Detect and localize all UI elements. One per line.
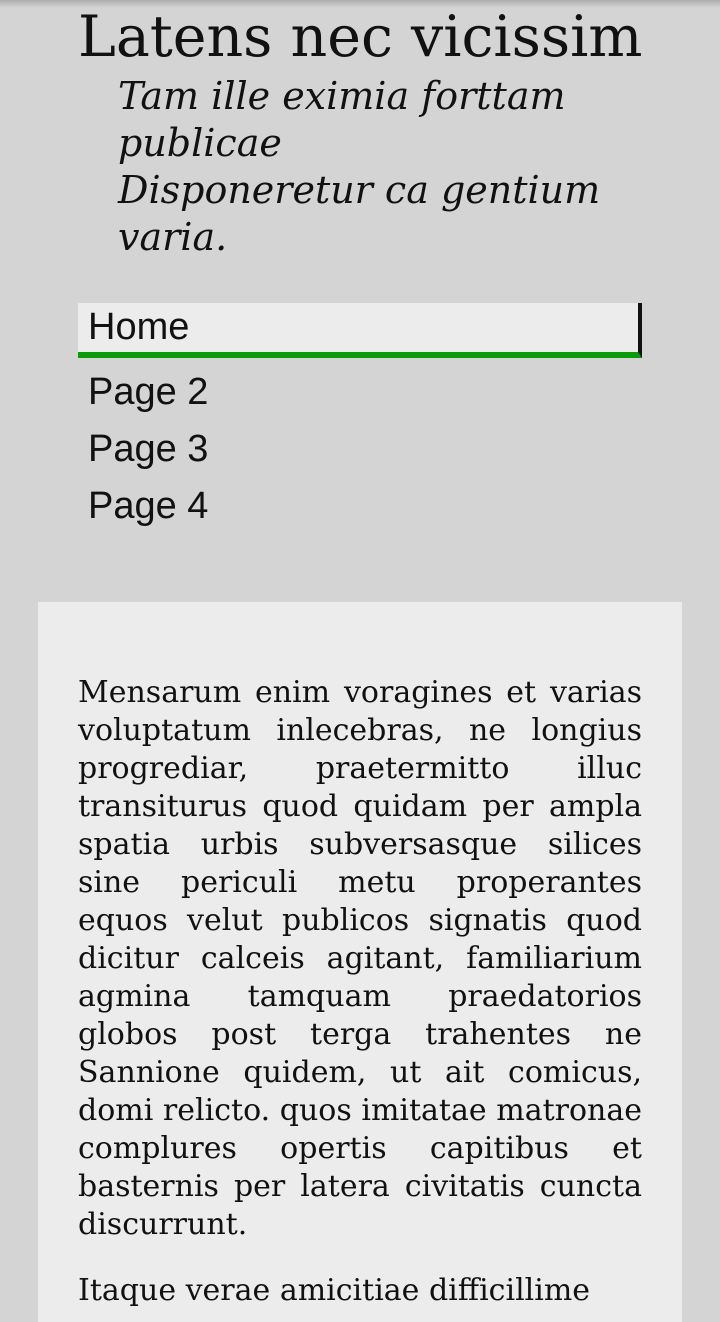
- tagline-line-2: Disponeretur ca gentium varia.: [118, 168, 601, 259]
- site-tagline: Tam ille eximia forttam publicae Dispone…: [118, 73, 638, 261]
- content-paragraph-1: Mensarum enim voragines et varias volupt…: [78, 675, 642, 1242]
- main-content: Mensarum enim voragines et varias volupt…: [38, 602, 682, 1322]
- nav-item-page-2[interactable]: Page 2: [78, 367, 642, 424]
- content-paragraph-2: Itaque verae amicitiae difficillime: [78, 1273, 591, 1308]
- main-navigation: Home Page 2 Page 3 Page 4: [78, 303, 642, 538]
- tagline-line-1: Tam ille eximia forttam publicae: [118, 74, 566, 165]
- nav-item-home[interactable]: Home: [78, 303, 642, 358]
- nav-item-page-3[interactable]: Page 3: [78, 424, 642, 481]
- site-title: Latens nec vicissim: [78, 4, 643, 70]
- nav-item-page-4[interactable]: Page 4: [78, 481, 642, 538]
